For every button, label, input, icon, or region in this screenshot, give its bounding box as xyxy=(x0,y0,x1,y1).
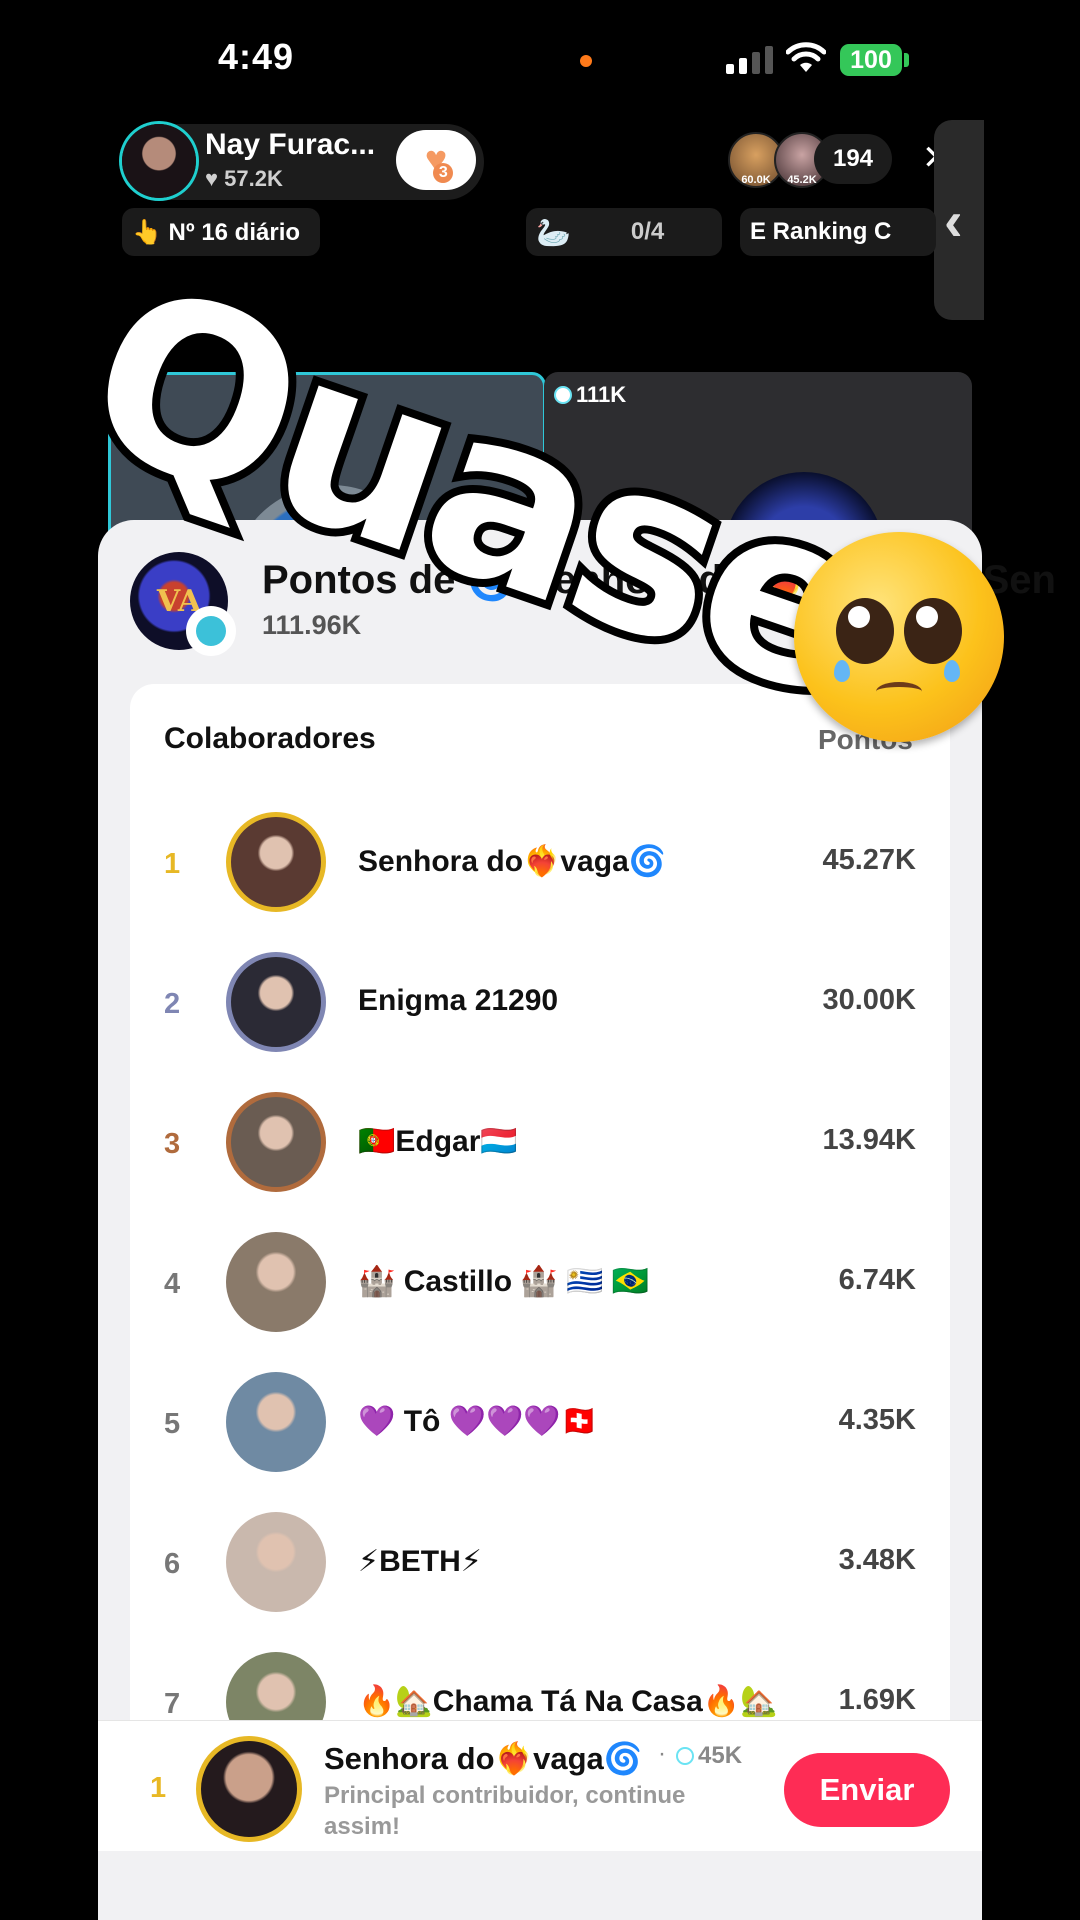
contributor-name[interactable]: Enigma 21290 xyxy=(358,984,558,1018)
swan-icon: 🦢 xyxy=(536,216,571,248)
contributor-name[interactable]: 🔥🏡Chama Tá Na Casa🔥🏡 xyxy=(358,1684,778,1719)
contributor-row[interactable]: 1 Senhora do❤️‍🔥vaga🌀 45.27K xyxy=(130,808,950,928)
host-avatar[interactable] xyxy=(122,124,196,198)
contributor-name[interactable]: 🏰 Castillo 🏰 🇺🇾 🇧🇷 xyxy=(358,1264,649,1299)
bottom-rank: 1 xyxy=(150,1772,167,1804)
contributor-rank: 4 xyxy=(164,1268,181,1300)
contributor-row[interactable]: 2 Enigma 21290 30.00K xyxy=(130,948,950,1068)
viewer-count[interactable]: 194 xyxy=(814,134,892,184)
contributor-avatar[interactable] xyxy=(226,1092,326,1192)
pleading-face-emoji-icon xyxy=(794,532,1004,742)
contributor-rank: 5 xyxy=(164,1408,181,1440)
contributor-row[interactable]: 6 ⚡BETH⚡ 3.48K xyxy=(130,1508,950,1628)
battery-tip xyxy=(904,53,909,67)
column-header-contributors: Colaboradores xyxy=(164,722,376,755)
contributor-row[interactable]: 5 💜 Tô 💜💜💜🇨🇭 4.35K xyxy=(130,1368,950,1488)
contributor-rank: 3 xyxy=(164,1128,181,1160)
contributor-points: 3.48K xyxy=(838,1544,916,1576)
contributor-points: 13.94K xyxy=(822,1124,916,1156)
diamond-icon xyxy=(676,1747,694,1765)
heart-icon: ♥ 3 xyxy=(425,141,454,183)
contributor-points: 30.00K xyxy=(822,984,916,1016)
diamond-badge-icon xyxy=(186,606,236,656)
contributor-avatar[interactable] xyxy=(226,952,326,1052)
contributor-avatar[interactable] xyxy=(226,1232,326,1332)
signal-icon xyxy=(726,44,773,74)
contributor-avatar[interactable] xyxy=(226,1512,326,1612)
contributor-name[interactable]: 🇵🇹Edgar🇱🇺 xyxy=(358,1124,518,1159)
goal-value: 0/4 xyxy=(630,218,665,245)
battery-icon: 100 xyxy=(840,44,902,76)
contributor-avatar[interactable] xyxy=(226,812,326,912)
contributor-points: 45.27K xyxy=(822,844,916,876)
goal-pill[interactable]: 🦢 0/4 xyxy=(526,208,722,256)
contributor-name[interactable]: Senhora do❤️‍🔥vaga🌀 xyxy=(358,844,666,879)
contributor-points: 6.74K xyxy=(838,1264,916,1296)
bottom-name[interactable]: Senhora do❤️‍🔥vaga🌀 xyxy=(324,1740,642,1777)
bottom-subtitle: Principal contribuidor, continue assim! xyxy=(324,1782,686,1841)
contributor-name[interactable]: ⚡BETH⚡ xyxy=(358,1544,482,1579)
contributor-rank: 2 xyxy=(164,988,181,1020)
side-panel-handle[interactable]: ‹ xyxy=(934,120,984,320)
recording-indicator xyxy=(580,55,592,67)
host-likes: ♥ 57.2K xyxy=(205,166,283,191)
contributor-points: 4.35K xyxy=(838,1404,916,1436)
contributor-rank: 7 xyxy=(164,1688,181,1720)
contributor-points: 1.69K xyxy=(838,1684,916,1716)
contributor-row[interactable]: 3 🇵🇹Edgar🇱🇺 13.94K xyxy=(130,1088,950,1208)
bottom-separator: · xyxy=(658,1740,666,1767)
ranking-pill[interactable]: E Ranking C xyxy=(740,208,936,256)
contributor-rank: 6 xyxy=(164,1548,181,1580)
contributor-row[interactable]: 4 🏰 Castillo 🏰 🇺🇾 🇧🇷 6.74K xyxy=(130,1228,950,1348)
bottom-avatar[interactable] xyxy=(196,1736,302,1842)
bottom-points: 45K xyxy=(676,1742,742,1770)
contributor-avatar[interactable] xyxy=(226,1372,326,1472)
follow-button[interactable]: ♥ 3 xyxy=(396,130,476,190)
follow-count: 3 xyxy=(433,163,454,183)
chevron-left-icon: ‹ xyxy=(944,189,963,252)
sheet-total-points: 111.96K xyxy=(262,610,362,640)
send-gift-button[interactable]: Enviar xyxy=(784,1753,950,1827)
status-time: 4:49 xyxy=(218,36,295,77)
wifi-icon xyxy=(786,42,826,72)
contributor-name[interactable]: 💜 Tô 💜💜💜🇨🇭 xyxy=(358,1404,598,1439)
contributor-rank: 1 xyxy=(164,848,181,880)
host-name[interactable]: Nay Furac... xyxy=(205,128,375,162)
